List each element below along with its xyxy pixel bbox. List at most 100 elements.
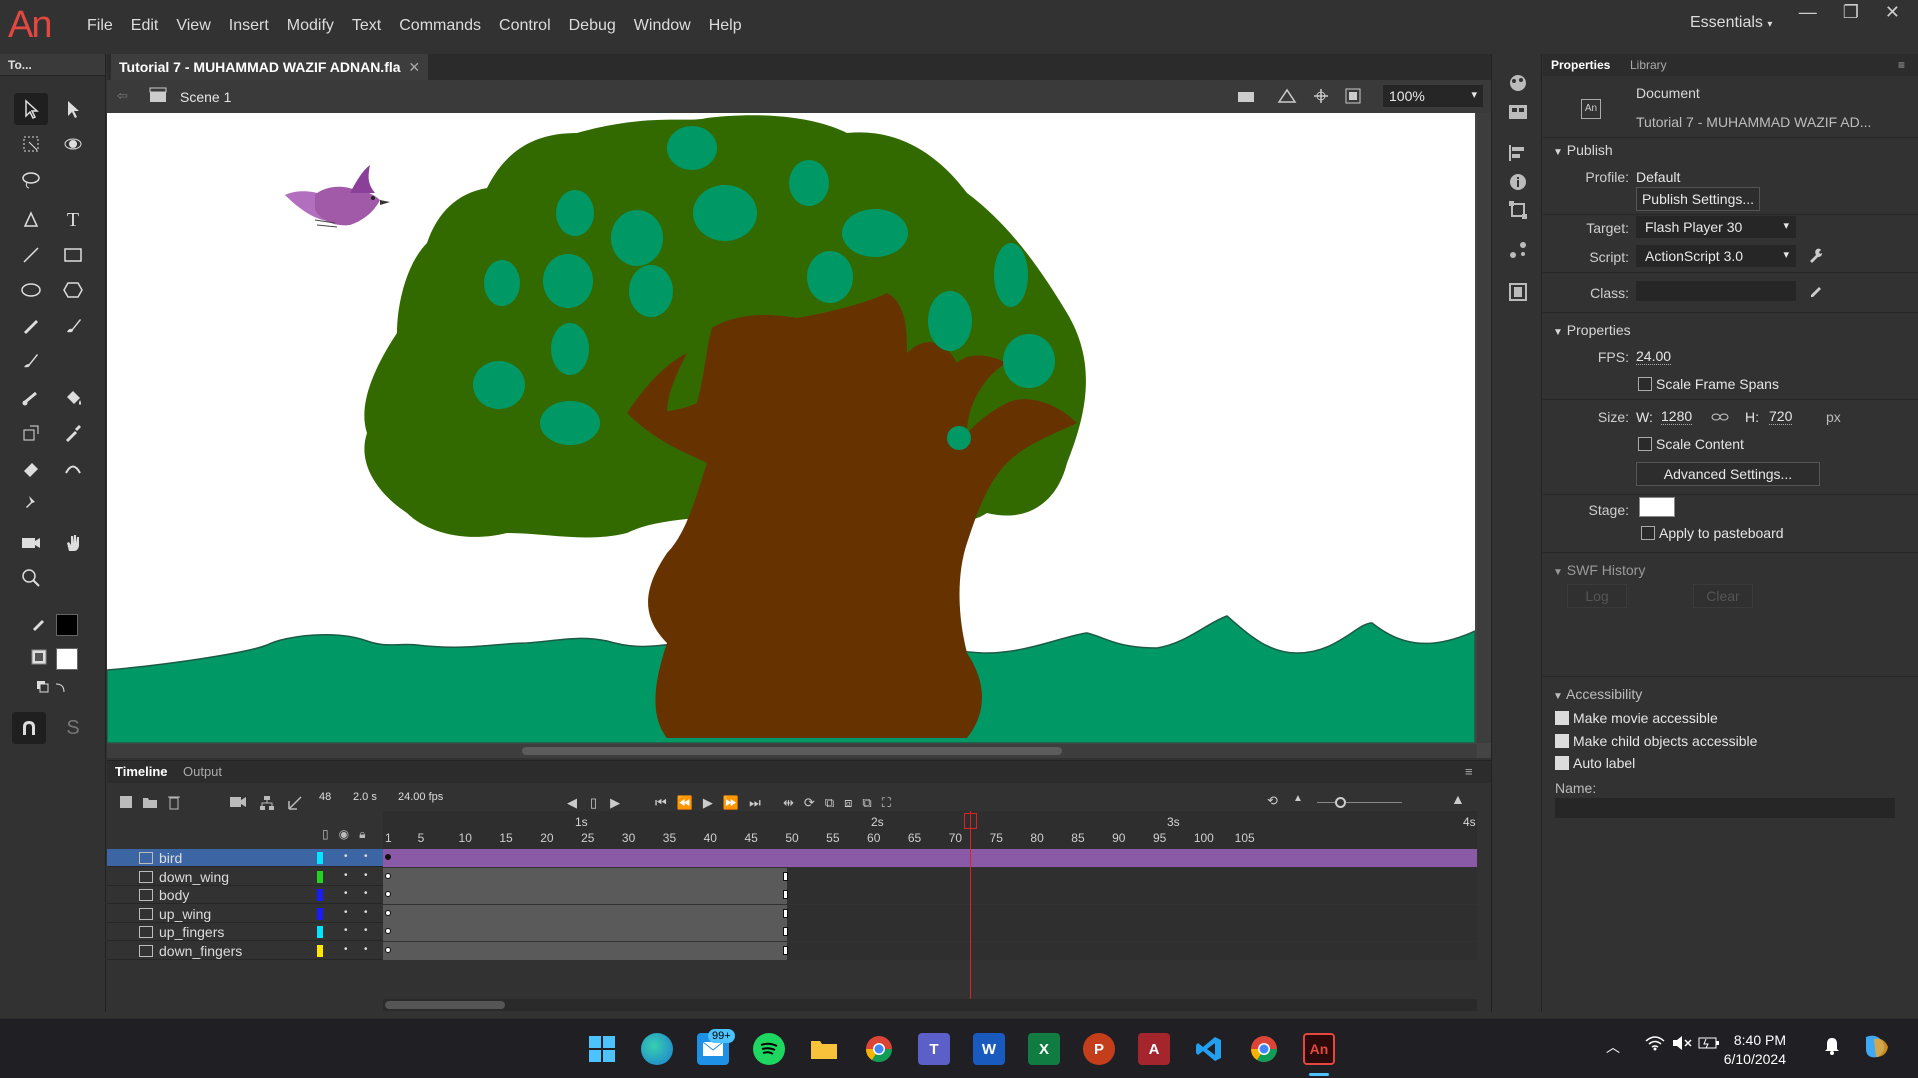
- clear-button[interactable]: Clear: [1693, 584, 1753, 608]
- layer-color-swatch[interactable]: [317, 926, 323, 938]
- scale-frame-spans-checkbox[interactable]: [1638, 377, 1652, 391]
- menu-edit[interactable]: Edit: [122, 15, 168, 37]
- visibility-toggle[interactable]: •: [344, 888, 348, 899]
- copilot-icon[interactable]: [1862, 1033, 1892, 1061]
- visibility-toggle[interactable]: •: [344, 925, 348, 936]
- volume-muted-icon[interactable]: [1672, 1035, 1692, 1051]
- make-child-accessible-checkbox[interactable]: [1555, 734, 1569, 748]
- current-frame[interactable]: 48: [319, 791, 331, 803]
- layer-name[interactable]: up_fingers: [159, 924, 224, 940]
- stage-horizontal-scrollbar[interactable]: [107, 744, 1477, 758]
- center-stage-icon[interactable]: [1313, 88, 1329, 104]
- lasso-tool-icon[interactable]: [14, 164, 48, 196]
- end-frame-marker[interactable]: [783, 945, 788, 955]
- accessibility-section-header[interactable]: ▼ Accessibility: [1553, 686, 1642, 702]
- scrollbar-thumb[interactable]: [385, 1001, 505, 1009]
- notification-bell-icon[interactable]: [1824, 1037, 1840, 1055]
- menu-text[interactable]: Text: [343, 15, 390, 37]
- zoom-in-icon[interactable]: ▲: [1451, 791, 1465, 807]
- lock-toggle[interactable]: •: [364, 907, 368, 918]
- menu-insert[interactable]: Insert: [220, 15, 278, 37]
- stage-vertical-scrollbar[interactable]: [1477, 113, 1491, 743]
- target-dropdown[interactable]: Flash Player 30 ▾: [1636, 216, 1796, 238]
- selection-tool-icon[interactable]: [14, 93, 48, 125]
- brush-tool-icon[interactable]: [56, 309, 90, 341]
- windows-start-icon[interactable]: [586, 1033, 618, 1065]
- width-tool-icon[interactable]: [14, 417, 48, 449]
- layer-color-swatch[interactable]: [317, 852, 323, 864]
- loop-icon[interactable]: ⟳: [804, 795, 815, 811]
- go-to-last-icon[interactable]: ⏭: [749, 795, 761, 811]
- tab-output[interactable]: Output: [183, 764, 222, 779]
- stroke-color-icon[interactable]: [30, 614, 48, 632]
- end-frame-marker[interactable]: [783, 871, 788, 881]
- layer-row-up-wing[interactable]: up_wing • •: [107, 904, 1477, 923]
- panel-menu-icon[interactable]: ≡: [1465, 764, 1473, 779]
- lock-toggle[interactable]: •: [364, 944, 368, 955]
- close-tab-icon[interactable]: ✕: [408, 59, 420, 75]
- edit-multiple-icon[interactable]: ⧉: [862, 795, 871, 811]
- onion-skin-icon[interactable]: ⧉: [825, 795, 834, 811]
- class-input[interactable]: [1636, 281, 1796, 301]
- width-value[interactable]: 1280: [1661, 408, 1693, 425]
- layer-parenting-icon[interactable]: [259, 795, 275, 811]
- visibility-toggle[interactable]: •: [344, 907, 348, 918]
- layer-row-up-fingers[interactable]: up_fingers • •: [107, 923, 1477, 941]
- layer-frames[interactable]: [383, 849, 1477, 867]
- align-panel-icon[interactable]: [1508, 144, 1528, 162]
- back-arrow-icon[interactable]: ⇦: [117, 88, 128, 104]
- undo-icon[interactable]: ⟲: [1267, 793, 1278, 809]
- panel-menu-icon[interactable]: ≡: [1898, 58, 1905, 72]
- powerpoint-icon[interactable]: P: [1083, 1033, 1115, 1065]
- edit-scene-icon[interactable]: [1237, 88, 1257, 104]
- frame-rate[interactable]: 24.00 fps: [398, 791, 443, 803]
- log-button[interactable]: Log: [1567, 584, 1627, 608]
- name-input[interactable]: [1555, 798, 1895, 818]
- eye-icon[interactable]: ◉: [339, 827, 349, 843]
- paint-bucket-tool-icon[interactable]: [56, 382, 90, 414]
- script-dropdown[interactable]: ActionScript 3.0 ▾: [1636, 245, 1796, 267]
- camera-tool-icon[interactable]: [14, 527, 48, 559]
- play-icon[interactable]: ▶: [703, 795, 713, 811]
- access-icon[interactable]: A: [1138, 1033, 1170, 1065]
- swap-colors-icon[interactable]: [36, 680, 72, 696]
- bone-tool-icon[interactable]: [14, 382, 48, 414]
- keyframe-icon[interactable]: ▯: [590, 795, 597, 811]
- apply-pasteboard-checkbox[interactable]: [1641, 526, 1655, 540]
- pencil-edit-icon[interactable]: [1809, 283, 1823, 297]
- asset-warp-tool-icon[interactable]: [56, 452, 90, 484]
- motion-presets-icon[interactable]: [1508, 240, 1528, 260]
- layer-row-body[interactable]: body • •: [107, 886, 1477, 904]
- layer-color-swatch[interactable]: [317, 889, 323, 901]
- close-window-button[interactable]: ✕: [1885, 2, 1900, 23]
- fill-color-icon[interactable]: [30, 648, 48, 666]
- menu-view[interactable]: View: [167, 15, 219, 37]
- keyframe-marker[interactable]: [385, 909, 391, 916]
- oval-tool-icon[interactable]: [14, 274, 48, 306]
- prev-keyframe-icon[interactable]: ◀: [567, 795, 577, 811]
- link-dimensions-icon[interactable]: [1711, 410, 1729, 424]
- animate-icon[interactable]: An: [1303, 1033, 1335, 1065]
- slider-knob[interactable]: [1335, 797, 1346, 808]
- free-transform-tool-icon[interactable]: [14, 128, 48, 160]
- pencil-tool-icon[interactable]: [14, 309, 48, 341]
- lock-toggle[interactable]: •: [364, 888, 368, 899]
- lock-icon[interactable]: 🔒︎: [359, 827, 365, 843]
- onion-outline-icon[interactable]: ⧈: [844, 795, 852, 811]
- layer-frames[interactable]: [383, 867, 1477, 886]
- subselection-tool-icon[interactable]: [56, 93, 90, 125]
- transform-panel-icon[interactable]: [1508, 200, 1528, 220]
- eraser-tool-icon[interactable]: [14, 452, 48, 484]
- keyframe-marker[interactable]: [385, 872, 391, 879]
- wrench-icon[interactable]: [1807, 247, 1823, 263]
- chrome-icon[interactable]: [1248, 1033, 1280, 1065]
- minimize-button[interactable]: —: [1799, 2, 1817, 23]
- text-tool-icon[interactable]: T: [56, 204, 90, 236]
- menu-help[interactable]: Help: [700, 15, 751, 37]
- keyframe-marker[interactable]: [385, 946, 391, 953]
- layer-color-swatch[interactable]: [317, 870, 323, 883]
- tab-library[interactable]: Library: [1630, 58, 1667, 72]
- swf-history-section-header[interactable]: ▼ SWF History: [1553, 562, 1645, 578]
- menu-file[interactable]: File: [78, 15, 122, 37]
- document-tab[interactable]: Tutorial 7 - MUHAMMAD WAZIF ADNAN.fla ✕: [111, 54, 429, 80]
